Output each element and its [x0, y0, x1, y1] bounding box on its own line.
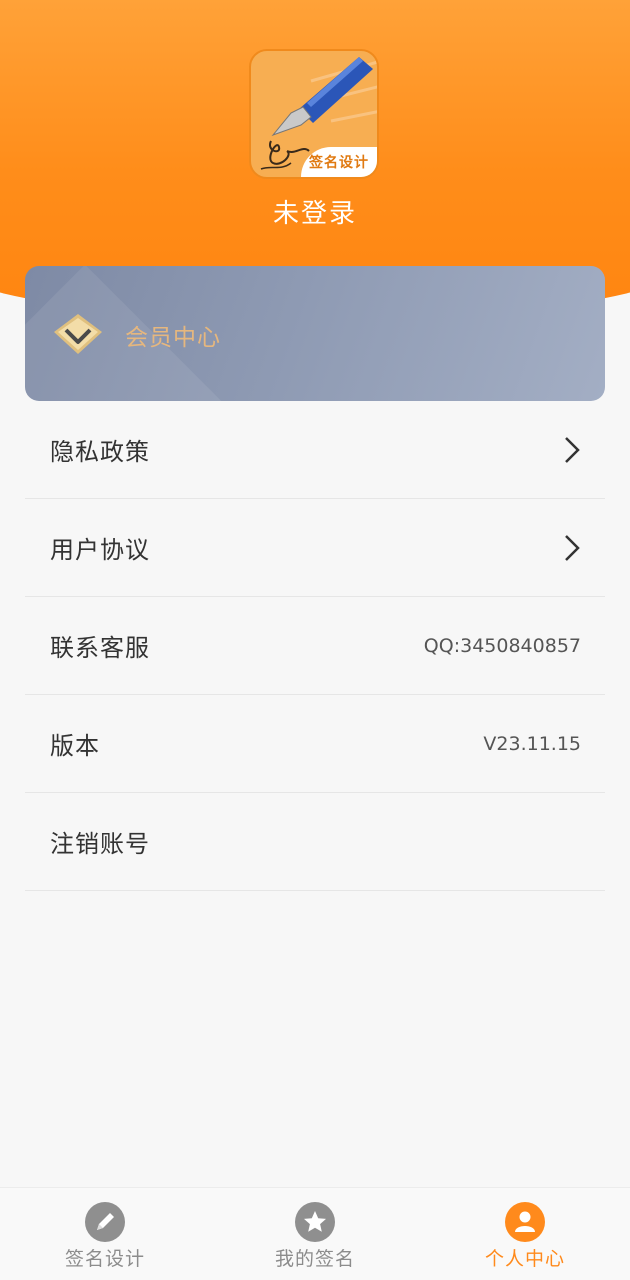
list-item-label: 用户协议 [50, 536, 150, 564]
profile-page: 签名设计 未登录 会员中心 隐私政策 用户协议 联系客服 QQ:34508408… [0, 0, 630, 1280]
logo-tag: 签名设计 [301, 147, 377, 177]
tab-profile[interactable]: 个人中心 [420, 1188, 630, 1280]
bottom-tab-bar: 签名设计 我的签名 个人中心 [0, 1187, 630, 1280]
user-agreement-item[interactable]: 用户协议 [25, 499, 605, 597]
support-qq-value: QQ:3450840857 [423, 634, 581, 657]
member-center-label[interactable]: 会员中心 [125, 318, 221, 352]
tab-my-signatures[interactable]: 我的签名 [210, 1188, 420, 1280]
contact-support-item[interactable]: 联系客服 QQ:3450840857 [25, 597, 605, 695]
chevron-right-icon [565, 436, 580, 463]
version-value: V23.11.15 [483, 732, 581, 755]
version-item[interactable]: 版本 V23.11.15 [25, 695, 605, 793]
member-center-card[interactable] [25, 266, 605, 401]
chevron-right-icon [565, 534, 580, 561]
tab-label: 个人中心 [484, 1248, 565, 1270]
pencil-icon [85, 1202, 125, 1242]
person-icon [505, 1202, 545, 1242]
tab-signature-design[interactable]: 签名设计 [0, 1188, 210, 1280]
login-status[interactable]: 未登录 [0, 193, 630, 230]
diamond-icon [54, 314, 102, 354]
privacy-policy-item[interactable]: 隐私政策 [25, 401, 605, 499]
list-item-label: 注销账号 [50, 830, 150, 858]
delete-account-item[interactable]: 注销账号 [25, 793, 605, 891]
star-icon [295, 1202, 335, 1242]
list-item-label: 隐私政策 [50, 438, 150, 466]
list-item-label: 联系客服 [50, 634, 150, 662]
settings-list: 隐私政策 用户协议 联系客服 QQ:3450840857 版本 V23.11.1… [25, 401, 605, 891]
tab-label: 我的签名 [274, 1248, 355, 1270]
list-item-label: 版本 [50, 732, 100, 760]
app-logo: 签名设计 [249, 49, 379, 179]
tab-label: 签名设计 [64, 1248, 145, 1270]
